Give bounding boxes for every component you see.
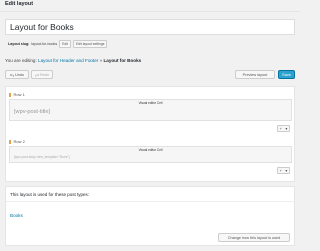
layout-editor: Row 1 Visual editor Cell [wpv-post-title… [5, 86, 295, 182]
parent-layout-link[interactable]: Layout for Header and Footer [38, 58, 98, 63]
undo-label: Undo [14, 72, 25, 77]
row-add-control[interactable]: + ▾ [277, 125, 290, 132]
drag-handle-icon[interactable] [9, 92, 11, 97]
change-usage-button[interactable]: Change how this layout is used [218, 233, 290, 242]
row-label: Row 2 [13, 139, 25, 144]
redo-label: Redo [39, 72, 50, 77]
post-type-link[interactable]: Books [10, 213, 23, 218]
editing-prefix: You are editing: [5, 58, 37, 63]
save-button[interactable]: Save [278, 70, 295, 79]
edit-layout-settings-button[interactable]: Edit layout settings [73, 40, 108, 48]
breadcrumb: You are editing: Layout for Header and F… [5, 58, 141, 63]
visual-editor-cell[interactable]: Visual editor Cell [wpv-post-body view_t… [9, 146, 292, 163]
undo-button[interactable]: Undo [5, 70, 29, 79]
cell-type-label: Visual editor Cell [138, 148, 163, 152]
admin-header: Edit layout [0, 0, 300, 12]
page-title: Edit layout [5, 1, 34, 7]
cell-content: [wpv-post-title] [14, 109, 51, 115]
chevron-down-icon[interactable]: ▾ [285, 168, 287, 173]
undo-icon [9, 73, 14, 77]
divider [6, 201, 294, 202]
edit-slug-button[interactable]: Edit [59, 40, 71, 48]
layout-usage-panel: This layout is used for these post types… [5, 186, 295, 246]
slug-value: layout-for-books [31, 42, 58, 46]
add-cell-icon[interactable]: + [280, 126, 282, 131]
cell-content: [wpv-post-body view_template="None"] [14, 155, 70, 159]
current-layout-name: Layout for Books [103, 58, 142, 63]
row-header-2: Row 2 [9, 139, 25, 144]
row-label: Row 1 [13, 92, 25, 97]
visual-editor-cell[interactable]: Visual editor Cell [wpv-post-title] [9, 99, 292, 121]
redo-icon [35, 73, 39, 77]
editor-toolbar: Undo Redo Preview layout Save [0, 68, 300, 82]
breadcrumb-separator: » [99, 58, 103, 63]
chevron-down-icon[interactable]: ▾ [285, 126, 287, 131]
redo-button[interactable]: Redo [31, 70, 53, 79]
layout-title-input[interactable] [5, 19, 295, 35]
preview-layout-button[interactable]: Preview layout [235, 70, 275, 79]
add-cell-icon[interactable]: + [280, 168, 282, 173]
slug-row: Layout slug: layout-for-books Edit Edit … [8, 40, 108, 48]
slug-label: Layout slug: [8, 42, 30, 46]
drag-handle-icon[interactable] [9, 139, 11, 144]
usage-title: This layout is used for these post types… [10, 192, 90, 197]
cell-type-label: Visual editor Cell [138, 101, 163, 105]
row-add-control[interactable]: + ▾ [277, 167, 290, 174]
row-header-1: Row 1 [9, 92, 25, 97]
